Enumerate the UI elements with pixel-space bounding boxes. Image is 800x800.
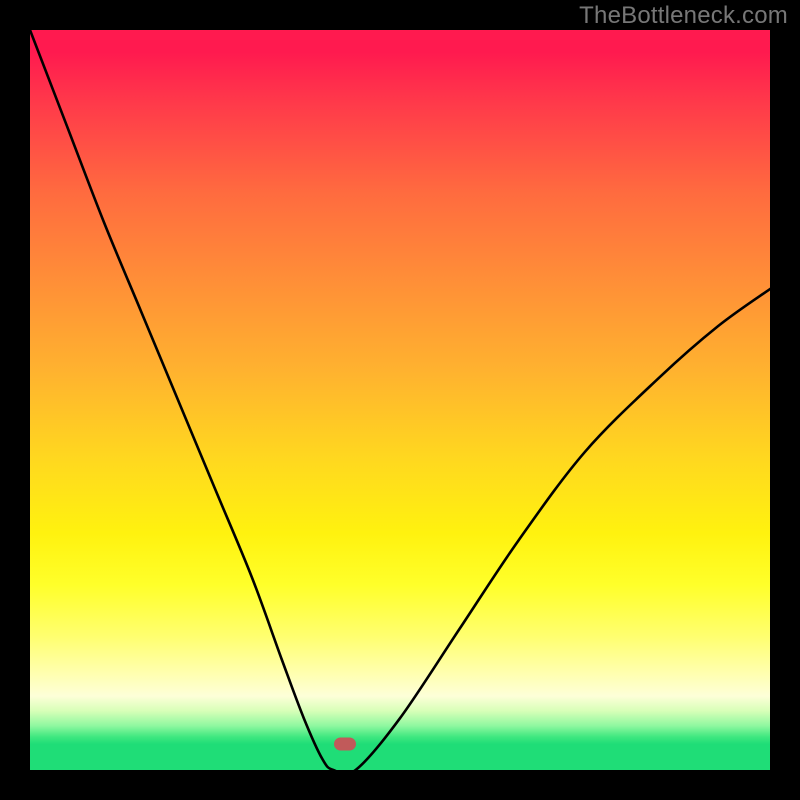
chart-frame: TheBottleneck.com [0, 0, 800, 800]
plot-area [30, 30, 770, 770]
bottleneck-curve [30, 30, 770, 770]
curve-svg [30, 30, 770, 770]
watermark-text: TheBottleneck.com [579, 2, 788, 30]
optimal-marker-icon [334, 738, 356, 751]
